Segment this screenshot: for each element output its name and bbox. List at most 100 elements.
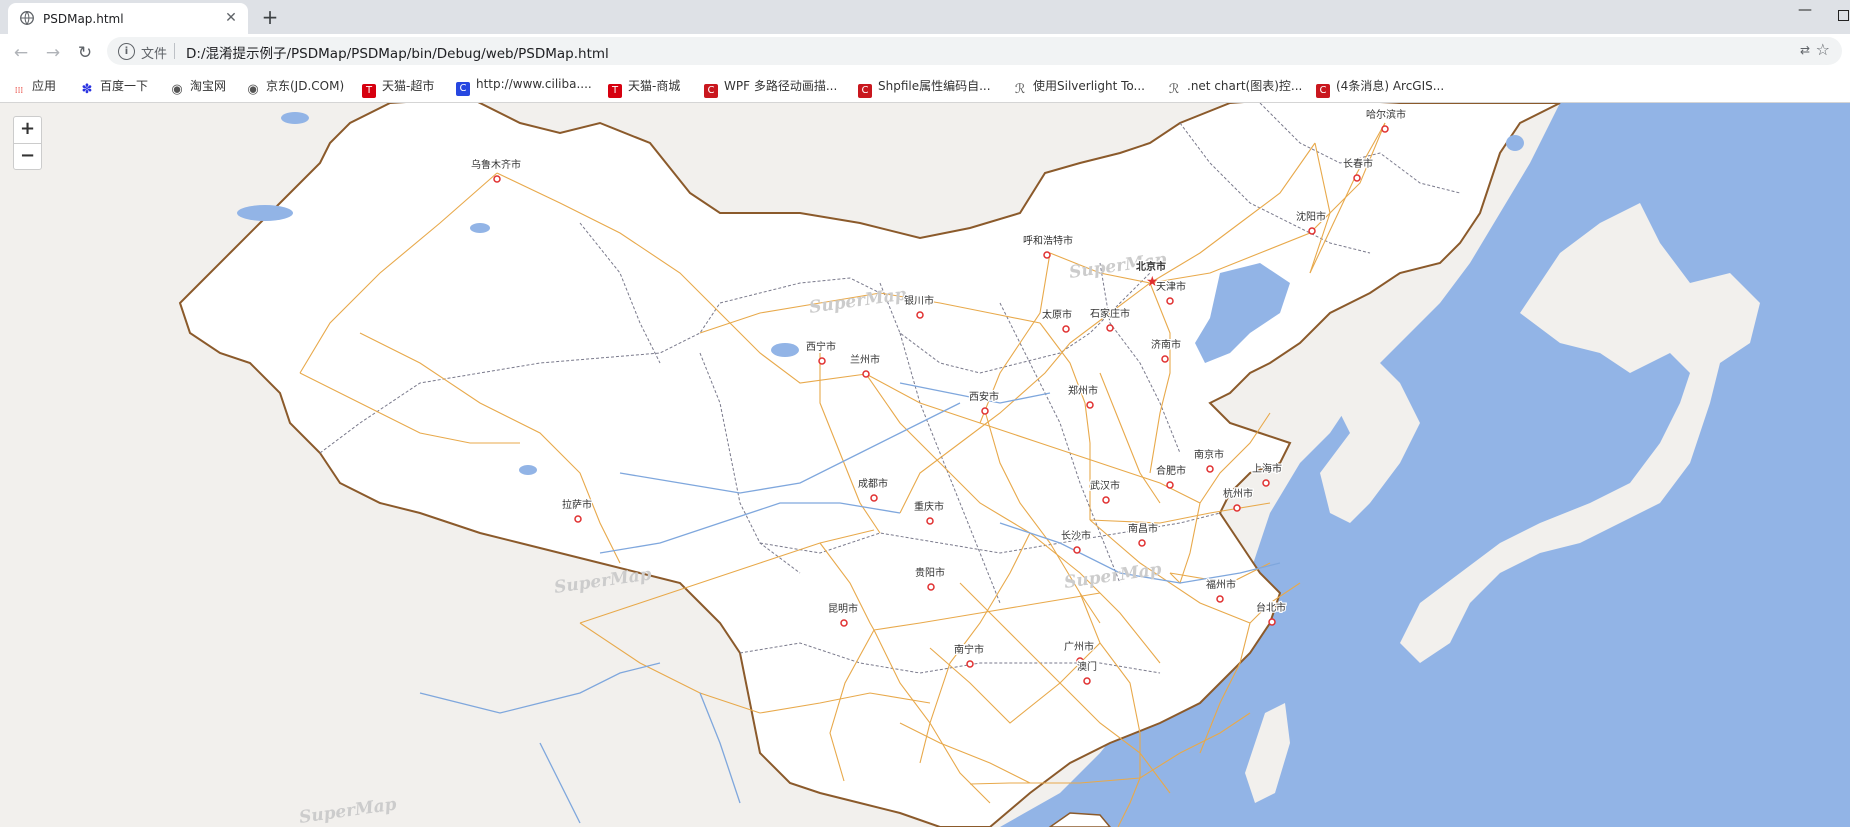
- forward-button[interactable]: →: [42, 42, 64, 64]
- city-label: 郑州市: [1068, 384, 1098, 397]
- city-label: 重庆市: [914, 500, 944, 513]
- city-label: 合肥市: [1156, 464, 1186, 477]
- bookmark-label: WPF 多路径动画描...: [724, 79, 838, 93]
- bookmark-item[interactable]: T 天猫-商城: [608, 77, 680, 98]
- city-label: 沈阳市: [1296, 210, 1326, 223]
- city-dot: [862, 370, 870, 378]
- city-dot: [1262, 479, 1270, 487]
- bookmark-label: .net chart(图表)控...: [1187, 79, 1303, 93]
- city-label: 南京市: [1194, 448, 1224, 461]
- bookmark-item[interactable]: C WPF 多路径动画描...: [704, 77, 838, 98]
- restore-icon[interactable]: [1828, 2, 1850, 28]
- bookmark-item[interactable]: ⁞⁞⁞ 应用: [12, 77, 57, 96]
- city-label: 呼和浩特市: [1023, 234, 1073, 247]
- zoom-out-button[interactable]: −: [14, 144, 41, 170]
- bookmark-label: 天猫-超市: [382, 79, 435, 93]
- city-dot: [818, 357, 826, 365]
- reload-button[interactable]: ↻: [74, 42, 96, 64]
- city-dot: [574, 515, 582, 523]
- city-label: 广州市: [1064, 640, 1094, 653]
- close-tab-icon[interactable]: ✕: [222, 9, 240, 27]
- city-label: 澳门: [1077, 660, 1097, 673]
- browser-tab[interactable]: PSDMap.html ✕: [8, 3, 248, 34]
- city-dot: [1161, 355, 1169, 363]
- city-label: 乌鲁木齐市: [471, 158, 521, 171]
- city-label: 济南市: [1151, 338, 1181, 351]
- bookmark-label: http://www.ciliba....: [476, 77, 592, 91]
- globe-icon: [20, 11, 34, 25]
- bookmark-item[interactable]: Chttp://www.ciliba....: [456, 77, 592, 96]
- bookmark-label: Shpfile属性编码自...: [878, 79, 991, 93]
- baidu-icon: ✽: [81, 82, 93, 97]
- city-dot: [981, 407, 989, 415]
- city-dot: [1166, 481, 1174, 489]
- bookmark-item[interactable]: C Shpfile属性编码自...: [858, 77, 991, 98]
- city-dot: [916, 311, 924, 319]
- scheme-label: 文件: [141, 47, 168, 62]
- city-label: 兰州市: [850, 353, 880, 366]
- city-dot: [1083, 677, 1091, 685]
- bookmark-label: (4条消息) ArcGIS...: [1336, 79, 1445, 93]
- city-dot: [927, 583, 935, 591]
- city-dot: [870, 494, 878, 502]
- city-label: 长沙市: [1061, 529, 1091, 542]
- bookmark-item[interactable]: ◉ 京东(JD.COM): [246, 77, 344, 97]
- url-text[interactable]: D:/混淆提示例子/PSDMap/PSDMap/bin/Debug/web/PS…: [186, 42, 609, 62]
- new-tab-button[interactable]: +: [258, 6, 282, 30]
- city-label: 南宁市: [954, 643, 984, 656]
- minimize-button[interactable]: —: [1790, 2, 1820, 28]
- bookmark-item[interactable]: C (4条消息) ArcGIS...: [1316, 77, 1445, 98]
- city-label: 拉萨市: [562, 498, 592, 511]
- info-icon[interactable]: i: [118, 43, 135, 60]
- city-label: 哈尔滨市: [1366, 108, 1406, 121]
- city-dot: [1381, 125, 1389, 133]
- bookmark-item[interactable]: ℛ 使用Silverlight To...: [1013, 77, 1145, 97]
- bookmark-item[interactable]: ◉ 淘宝网: [170, 77, 226, 97]
- city-dot: [1138, 539, 1146, 547]
- arrow-left-icon: ←: [13, 43, 29, 63]
- city-label: 北京市: [1136, 260, 1166, 273]
- csdn-icon: C: [1316, 84, 1330, 98]
- city-label: 成都市: [858, 477, 888, 490]
- city-label: 长春市: [1343, 157, 1373, 170]
- city-label: 银川市: [904, 294, 934, 307]
- city-label: 西安市: [969, 390, 999, 403]
- city-dot: [1106, 324, 1114, 332]
- browser-toolbar: ← → ↻ i 文件 D:/混淆提示例子/PSDMap/PSDMap/bin/D…: [0, 34, 1850, 70]
- address-bar[interactable]: i 文件 D:/混淆提示例子/PSDMap/PSDMap/bin/Debug/w…: [107, 37, 1842, 65]
- back-button[interactable]: ←: [10, 42, 32, 64]
- city-label: 贵阳市: [915, 566, 945, 579]
- script-icon: ℛ: [1014, 82, 1026, 97]
- globe-icon: ◉: [247, 82, 259, 97]
- translate-icon[interactable]: ⇄: [1800, 43, 1810, 57]
- city-label: 上海市: [1252, 462, 1282, 475]
- csdn-icon: C: [858, 84, 872, 98]
- city-dot: [926, 517, 934, 525]
- city-dot: [1233, 504, 1241, 512]
- bookmark-item[interactable]: T 天猫-超市: [362, 77, 435, 98]
- csdn-icon: C: [704, 84, 718, 98]
- lake: [771, 343, 799, 357]
- c-icon: C: [456, 82, 470, 96]
- city-dot: [1043, 251, 1051, 259]
- map-view[interactable]: SuperMap SuperMap SuperMap SuperMap Supe…: [0, 103, 1850, 827]
- city-dot: [1086, 401, 1094, 409]
- tab-title: PSDMap.html: [43, 12, 124, 26]
- map-canvas[interactable]: SuperMap SuperMap SuperMap SuperMap Supe…: [0, 103, 1850, 827]
- bookmark-item[interactable]: ✽ 百度一下: [80, 77, 148, 97]
- city-label: 福州市: [1206, 578, 1236, 591]
- city-dot: [493, 175, 501, 183]
- lake: [1506, 135, 1524, 151]
- tmall-icon: T: [608, 84, 622, 98]
- city-label: 太原市: [1042, 308, 1072, 321]
- apps-icon: ⁞⁞⁞: [14, 86, 24, 96]
- bookmark-item[interactable]: ℛ .net chart(图表)控...: [1167, 77, 1303, 97]
- globe-icon: ◉: [171, 82, 183, 97]
- tmall-icon: T: [362, 84, 376, 98]
- script-icon: ℛ: [1168, 82, 1180, 97]
- star-icon[interactable]: ☆: [1816, 40, 1830, 59]
- reload-icon: ↻: [77, 43, 93, 63]
- zoom-in-button[interactable]: +: [14, 117, 41, 144]
- bookmark-label: 应用: [32, 79, 57, 93]
- zoom-control: + −: [13, 116, 42, 170]
